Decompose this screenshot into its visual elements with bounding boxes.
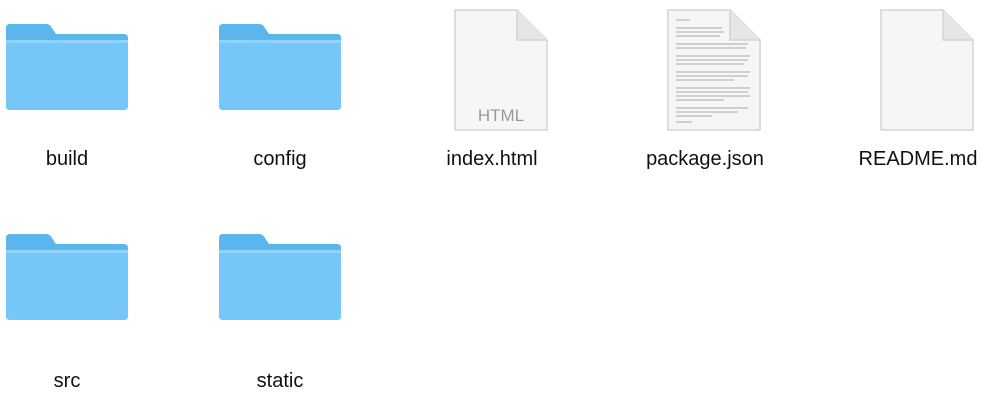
item-label: build (45, 148, 89, 170)
item-label: README.md (858, 148, 978, 170)
text-document-icon (630, 0, 780, 140)
file-item-package-json[interactable]: package.json (630, 0, 780, 190)
folder-icon (205, 210, 355, 350)
folder-icon (205, 0, 355, 140)
item-label: src (53, 370, 81, 392)
item-label: static (256, 370, 304, 392)
folder-item-build[interactable]: build (0, 0, 142, 190)
folder-item-config[interactable]: config (205, 0, 355, 190)
folder-item-static[interactable]: static (205, 210, 355, 400)
blank-document-icon (843, 0, 993, 140)
folder-item-src[interactable]: src (0, 210, 142, 400)
html-file-icon: HTML (417, 0, 567, 140)
folder-icon (0, 0, 142, 140)
item-label: index.html (446, 148, 538, 170)
finder-icon-view: build config HTML index.html package.jso… (0, 0, 1000, 392)
file-item-index-html[interactable]: HTML index.html (417, 0, 567, 190)
html-badge: HTML (478, 106, 524, 125)
item-label: package.json (646, 148, 764, 170)
file-item-readme-md[interactable]: README.md (843, 0, 993, 190)
item-label: config (253, 148, 307, 170)
folder-icon (0, 210, 142, 350)
